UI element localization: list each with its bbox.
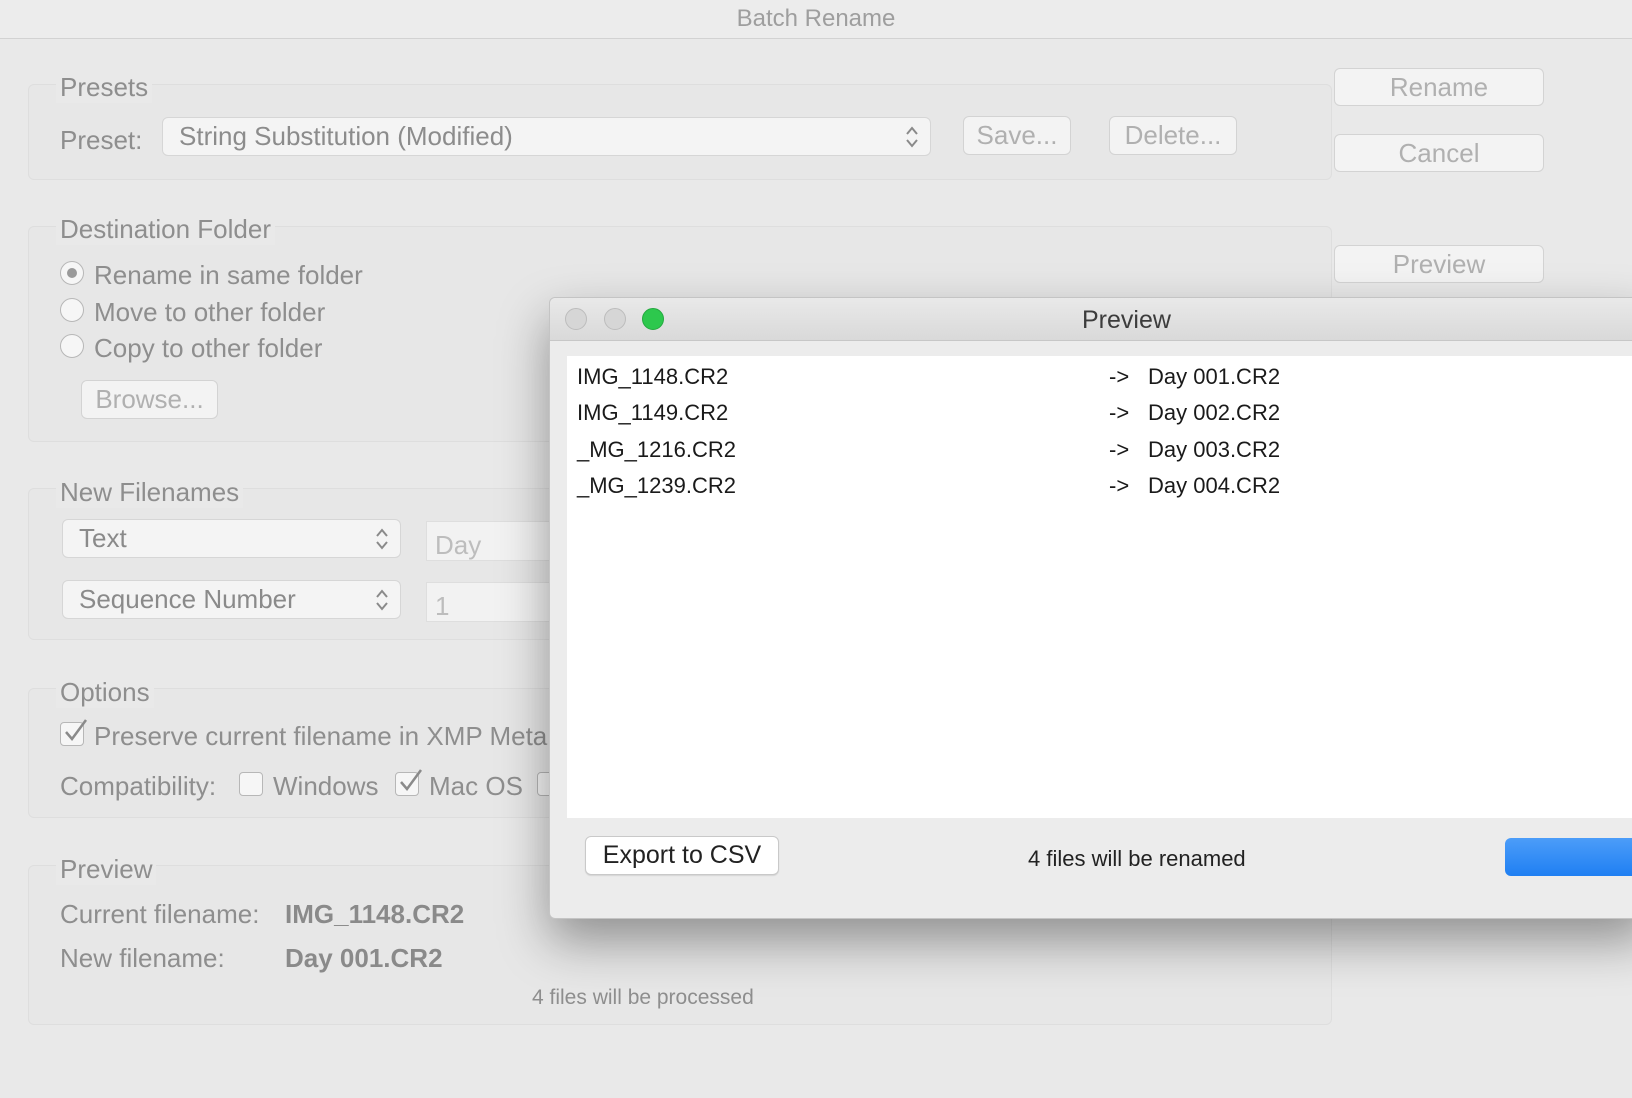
radio-copy-other-folder[interactable] [60, 334, 84, 358]
checkmark-icon [400, 769, 423, 792]
updown-chevron-icon [906, 125, 918, 148]
filename-part-type-value: Text [79, 523, 127, 553]
preview-dialog: Preview IMG_1148.CR2 -> Day 001.CR2 IMG_… [549, 297, 1632, 919]
preset-label: Preset: [60, 125, 143, 155]
sequence-start-input[interactable]: 1 [426, 582, 566, 622]
current-filename-value: IMG_1148.CR2 [285, 899, 465, 929]
macos-label: Mac OS [429, 771, 523, 801]
files-renamed-status: 4 files will be renamed [1028, 846, 1246, 871]
browse-button[interactable]: Browse... [81, 380, 218, 419]
new-filename: Day 003.CR2 [1148, 437, 1281, 462]
close-window-icon[interactable] [565, 308, 587, 330]
compatibility-label: Compatibility: [60, 771, 217, 801]
old-filename: IMG_1148.CR2 [577, 364, 729, 389]
filename-text-input[interactable]: Day [426, 521, 566, 561]
ok-button[interactable] [1505, 838, 1632, 876]
radio-move-other-folder[interactable] [60, 298, 84, 322]
preset-select-value: String Substitution (Modified) [179, 121, 513, 151]
list-item: _MG_1216.CR2 -> Day 003.CR2 [567, 431, 1632, 467]
export-csv-button[interactable]: Export to CSV [585, 836, 779, 875]
list-item: IMG_1148.CR2 -> Day 001.CR2 [567, 358, 1632, 394]
updown-chevron-icon [376, 588, 388, 611]
macos-checkbox[interactable] [395, 769, 423, 796]
rename-arrow: -> [1109, 364, 1130, 389]
new-filename: Day 001.CR2 [1148, 364, 1281, 389]
preserve-filename-label: Preserve current filename in XMP Meta [94, 721, 548, 751]
window-title: Batch Rename [0, 0, 1632, 39]
delete-preset-button[interactable]: Delete... [1109, 116, 1237, 155]
new-filename: Day 002.CR2 [1148, 400, 1281, 425]
preset-select[interactable]: String Substitution (Modified) [162, 117, 931, 156]
list-item: IMG_1149.CR2 -> Day 002.CR2 [567, 394, 1632, 430]
destination-legend: Destination Folder [56, 214, 275, 245]
new-filename-value: Day 001.CR2 [285, 943, 443, 973]
radio-rename-same-folder[interactable] [60, 261, 84, 285]
files-processed-status: 4 files will be processed [532, 986, 754, 1009]
updown-chevron-icon [376, 527, 388, 550]
rename-arrow: -> [1109, 473, 1130, 498]
rename-button[interactable]: Rename [1334, 68, 1544, 106]
rename-arrow: -> [1109, 437, 1130, 462]
old-filename: IMG_1149.CR2 [577, 400, 729, 425]
cancel-button[interactable]: Cancel [1334, 134, 1544, 172]
filename-part-type-select[interactable]: Sequence Number [62, 580, 401, 619]
options-legend: Options [56, 677, 154, 708]
new-filename-label: New filename: [60, 943, 225, 973]
filename-part-type-select[interactable]: Text [62, 519, 401, 558]
preview-dialog-title: Preview [1082, 306, 1171, 334]
preview-legend: Preview [56, 854, 157, 885]
preview-dialog-titlebar: Preview [550, 298, 1632, 341]
new-filename: Day 004.CR2 [1148, 473, 1281, 498]
new-filenames-legend: New Filenames [56, 477, 244, 508]
preview-button[interactable]: Preview [1334, 245, 1544, 283]
checkmark-icon [65, 719, 88, 742]
preserve-filename-checkbox[interactable] [60, 719, 88, 746]
filename-part-type-value: Sequence Number [79, 584, 296, 614]
list-item: _MG_1239.CR2 -> Day 004.CR2 [567, 467, 1632, 503]
move-other-folder-label: Move to other folder [94, 297, 326, 327]
rename-preview-list[interactable]: IMG_1148.CR2 -> Day 001.CR2 IMG_1149.CR2… [567, 356, 1632, 818]
old-filename: _MG_1216.CR2 [577, 437, 736, 462]
save-preset-button[interactable]: Save... [963, 116, 1071, 155]
presets-legend: Presets [56, 72, 153, 103]
rename-same-folder-label: Rename in same folder [94, 260, 363, 290]
windows-label: Windows [273, 771, 379, 801]
minimize-window-icon[interactable] [604, 308, 626, 330]
windows-checkbox[interactable] [239, 772, 263, 796]
copy-other-folder-label: Copy to other folder [94, 333, 323, 363]
zoom-window-icon[interactable] [642, 308, 664, 330]
old-filename: _MG_1239.CR2 [577, 473, 736, 498]
current-filename-label: Current filename: [60, 899, 260, 929]
rename-arrow: -> [1109, 400, 1130, 425]
